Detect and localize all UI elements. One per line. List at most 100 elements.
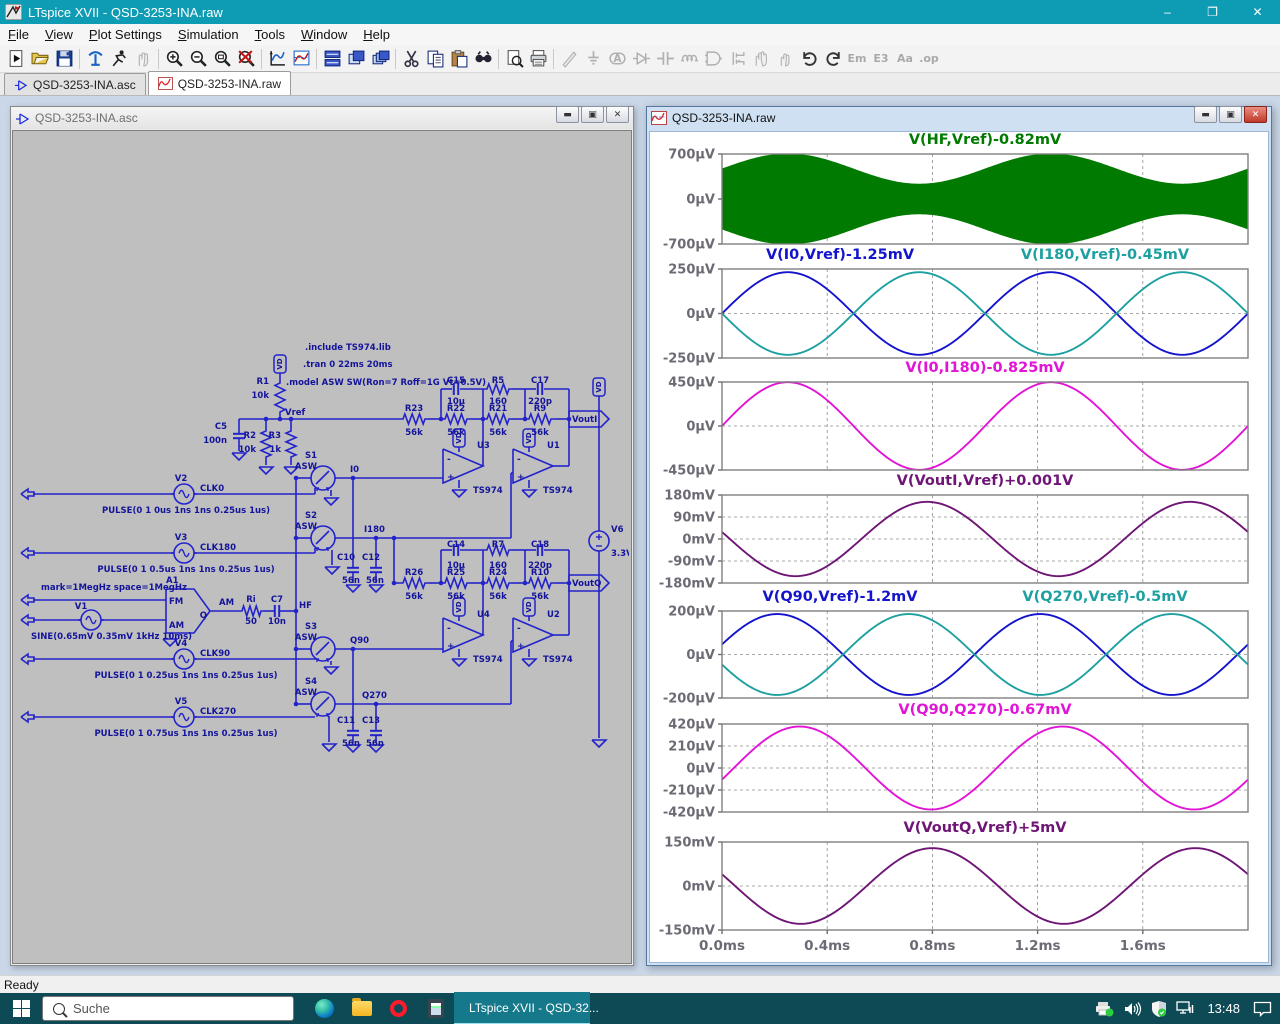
svg-text:A: A: [613, 53, 622, 65]
schematic-text: 10k: [252, 391, 270, 401]
control-panel-probe-button[interactable]: [83, 47, 107, 71]
diode-button: [629, 47, 653, 71]
zoom-full-extents-button[interactable]: [234, 47, 258, 71]
open-button[interactable]: [28, 47, 52, 71]
menu-simulation[interactable]: Simulation: [170, 25, 247, 44]
waveform-minimize-button[interactable]: ▬: [1194, 106, 1217, 123]
spice-directive-button: .op: [917, 47, 941, 71]
zoom-back-button[interactable]: [210, 47, 234, 71]
wave-pane-6[interactable]: V(Q90,Q270)-0.67mV420µV210µV0µV-210µV-42…: [663, 702, 1248, 821]
waveform-plot[interactable]: V(HF,Vref)-0.82mV700µV0µV-700µVV(I0,Vref…: [650, 132, 1266, 960]
schematic-text: 56k: [447, 428, 465, 438]
redo-button[interactable]: [821, 47, 845, 71]
symbol: [21, 654, 34, 664]
taskbar-app-opera[interactable]: [380, 993, 417, 1024]
taskbar-app-calculator[interactable]: [417, 993, 454, 1024]
start-button[interactable]: [0, 993, 42, 1024]
menu-tools[interactable]: Tools: [247, 25, 293, 44]
taskbar-app-file-explorer[interactable]: [343, 993, 380, 1024]
schematic-text: 56k: [447, 592, 465, 602]
wave-pane-1[interactable]: V(HF,Vref)-0.82mV700µV0µV-700µV: [663, 132, 1248, 253]
schematic-text: HF: [299, 601, 312, 611]
wave-pane-4[interactable]: V(VoutI,Vref)+0.001V180mV90mV0mV-90mV-18…: [659, 473, 1248, 592]
menu-plot-settings[interactable]: Plot Settings: [81, 25, 170, 44]
find-button[interactable]: [471, 47, 495, 71]
menu-help[interactable]: Help: [355, 25, 398, 44]
restore-button[interactable]: ❐: [1190, 0, 1235, 24]
schematic-close-button[interactable]: ✕: [606, 106, 629, 123]
menu-view[interactable]: View: [37, 25, 81, 44]
junction-dot: [294, 647, 299, 652]
waveform-close-button[interactable]: ✕: [1244, 106, 1267, 123]
schematic-text: 56k: [405, 592, 423, 602]
schematic-text: TS974: [543, 486, 573, 496]
svg-text:+: +: [447, 642, 455, 652]
printer-tray-icon[interactable]: [1095, 1001, 1115, 1017]
ltspice-app-icon: [5, 4, 22, 20]
schematic-window-titlebar[interactable]: QSD-3253-INA.asc ▬ ▣ ✕: [11, 107, 633, 129]
save-button[interactable]: [52, 47, 76, 71]
print-button[interactable]: [526, 47, 550, 71]
toolbar-separator: [261, 49, 262, 69]
volume-icon[interactable]: [1124, 1001, 1142, 1017]
y-tick-label: 0µV: [686, 420, 715, 435]
schematic-text: CLK90: [200, 649, 230, 659]
cascade-windows-button[interactable]: [368, 47, 392, 71]
zoom-in-button[interactable]: [162, 47, 186, 71]
add-plot-pane-button[interactable]: [320, 47, 344, 71]
tab-qsd-3253-ina.raw[interactable]: QSD-3253-INA.raw: [148, 71, 291, 95]
svg-text:-: -: [517, 455, 521, 465]
statusbar: Ready: [0, 975, 1280, 993]
autorange-y-button[interactable]: [265, 47, 289, 71]
close-button[interactable]: ✕: [1235, 0, 1280, 24]
tab-label: QSD-3253-INA.raw: [178, 77, 281, 91]
wave-pane-5[interactable]: V(Q90,Vref)-1.2mVV(Q270,Vref)-0.5mV200µV…: [663, 589, 1248, 707]
tile-windows-button[interactable]: [344, 47, 368, 71]
action-center-icon[interactable]: [1253, 1001, 1272, 1017]
run-simulation-button[interactable]: [107, 47, 131, 71]
active-task-label: LTspice XVII - QSD-32...: [469, 1001, 599, 1015]
zoom-out-button[interactable]: [186, 47, 210, 71]
schematic-canvas[interactable]: -+-+-+-+VDVDVDVDVDVD.include TS974.lib.t…: [12, 130, 632, 964]
tab-qsd-3253-ina.asc[interactable]: QSD-3253-INA.asc: [4, 73, 146, 95]
wave-pane-3[interactable]: V(I0,I180)-0.825mV450µV0µV-450µV: [663, 360, 1248, 479]
schematic-text: CLK0: [200, 484, 224, 494]
taskbar-active-task[interactable]: LTspice XVII - QSD-32...: [454, 992, 590, 1024]
schematic-text: PULSE(0 1 0.25us 1ns 1ns 0.25us 1us): [94, 671, 277, 681]
menu-window[interactable]: Window: [293, 25, 355, 44]
junction-dot: [294, 536, 299, 541]
waveform-client[interactable]: V(HF,Vref)-0.82mV700µV0µV-700µVV(I0,Vref…: [649, 131, 1269, 963]
waveform-window-titlebar[interactable]: QSD-3253-INA.raw ▬ ▣ ✕: [647, 107, 1271, 129]
y-tick-label: -700µV: [663, 238, 715, 253]
network-icon[interactable]: [1176, 1001, 1194, 1016]
copy-button[interactable]: [423, 47, 447, 71]
wave-pane-7[interactable]: V(VoutQ,Vref)+5mV150mV0mV-150mV: [659, 820, 1248, 939]
schematic-text: R26: [405, 568, 423, 578]
schematic-restore-button[interactable]: ▣: [581, 106, 604, 123]
svg-text:VD: VD: [525, 601, 533, 612]
minimize-button[interactable]: –: [1145, 0, 1190, 24]
symbol: [483, 578, 513, 588]
search-box[interactable]: Suche: [42, 996, 294, 1021]
defender-shield-icon[interactable]: [1151, 1001, 1167, 1017]
paste-button[interactable]: [447, 47, 471, 71]
run-button[interactable]: [4, 47, 28, 71]
taskbar-app-edge[interactable]: [306, 993, 343, 1024]
undo-button[interactable]: [797, 47, 821, 71]
schematic-window-title: QSD-3253-INA.asc: [35, 111, 138, 125]
cut-button[interactable]: [399, 47, 423, 71]
symbol: [483, 414, 513, 424]
waveform-restore-button[interactable]: ▣: [1219, 106, 1242, 123]
schematic-text: 100n: [203, 436, 227, 446]
symbol: [325, 567, 339, 574]
schematic-text: R23: [405, 404, 423, 414]
wave-pane-2[interactable]: V(I0,Vref)-1.25mVV(I180,Vref)-0.45mV250µ…: [663, 247, 1248, 367]
plot-settings-button[interactable]: [289, 47, 313, 71]
y-tick-label: -420µV: [663, 806, 715, 821]
menu-file[interactable]: File: [0, 25, 37, 44]
schematic-minimize-button[interactable]: ▬: [556, 106, 579, 123]
clock[interactable]: 13:48: [1203, 1001, 1244, 1016]
svg-text:-: -: [447, 455, 451, 465]
print-preview-button[interactable]: [502, 47, 526, 71]
junction-dot: [294, 476, 299, 481]
